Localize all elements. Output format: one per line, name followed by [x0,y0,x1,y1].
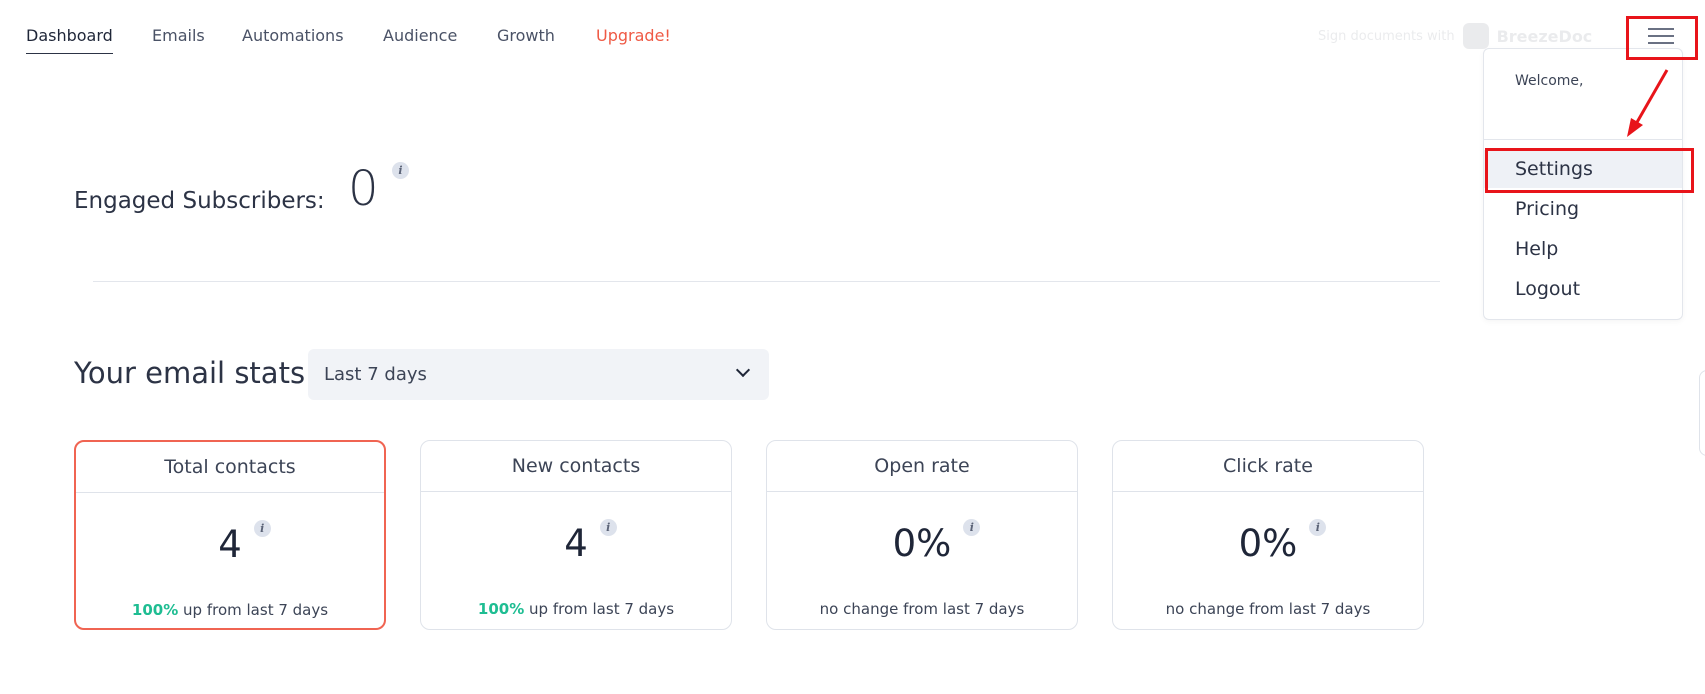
info-icon[interactable]: i [253,520,271,537]
engaged-subscribers-label: Engaged Subscribers: [74,188,325,214]
date-range-value: Last 7 days [324,364,427,385]
stat-card-click-rate[interactable]: Click rate 0% i no change from last 7 day… [1112,440,1424,630]
hamburger-line [1648,35,1674,37]
change-percent: 100% [131,601,179,619]
tab-automations[interactable]: Automations [242,26,344,45]
engaged-subscribers-value: 0 [348,161,379,217]
top-nav: Dashboard Emails Automations Audience Gr… [0,0,1705,76]
change-percent: 100% [477,600,525,618]
section-divider [93,281,1440,282]
card-change: no change from last 7 days [767,600,1077,618]
change-text: up from last 7 days [529,600,675,618]
card-change: 100% up from last 7 days [421,600,731,618]
tab-audience[interactable]: Audience [383,26,457,45]
change-text: no change from last 7 days [1165,600,1371,618]
user-name-blurred [1515,101,1655,115]
dashboard-page: Dashboard Emails Automations Audience Gr… [0,0,1705,694]
chevron-down-icon [735,362,751,378]
date-range-select[interactable]: Last 7 days [308,349,769,400]
card-value-number: 0% [1238,522,1298,565]
tab-dashboard[interactable]: Dashboard [26,26,113,54]
promo-text: Sign documents with [1318,28,1455,44]
card-value: 0% i [1113,519,1423,565]
menu-item-logout[interactable]: Logout [1484,270,1682,308]
card-change: no change from last 7 days [1113,600,1423,618]
tab-growth[interactable]: Growth [497,26,555,45]
card-title: Click rate [1113,441,1423,492]
stat-card-new-contacts[interactable]: New contacts 4i 100% up from last 7 days [420,440,732,630]
info-icon[interactable]: i [599,519,617,536]
card-value: 4i [76,520,384,566]
card-value: 0% i [767,519,1077,565]
info-icon[interactable]: i [1309,519,1327,536]
card-value: 4i [421,519,731,565]
change-text: up from last 7 days [183,601,329,619]
breezedoc-promo[interactable]: Sign documents with BreezeDoc [1318,23,1593,49]
card-value-number: 4 [218,523,242,566]
card-title: Open rate [767,441,1077,492]
menu-divider [1484,139,1682,140]
change-text: no change from last 7 days [819,600,1025,618]
card-change: 100% up from last 7 days [76,601,384,619]
email-stats-title: Your email stats [74,356,306,390]
menu-item-pricing[interactable]: Pricing [1484,190,1682,228]
hamburger-line [1648,28,1674,30]
hamburger-menu-icon[interactable] [1648,24,1674,44]
hamburger-line [1648,42,1674,44]
menu-item-help[interactable]: Help [1484,230,1682,268]
menu-item-settings[interactable]: Settings [1484,150,1682,188]
promo-brand: BreezeDoc [1496,26,1593,46]
card-title: New contacts [421,441,731,492]
card-title: Total contacts [76,442,384,493]
tab-emails[interactable]: Emails [152,26,205,45]
account-dropdown-menu: Welcome, Settings Pricing Help Logout [1483,48,1683,320]
info-icon[interactable]: i [963,519,981,536]
stat-card-total-contacts[interactable]: Total contacts 4i 100% up from last 7 da… [74,440,386,630]
side-widget-tab[interactable] [1699,370,1705,456]
welcome-text: Welcome, [1515,73,1584,89]
breezedoc-logo-icon [1462,23,1489,49]
card-value-number: 4 [564,522,588,565]
info-icon[interactable]: i [392,162,409,179]
tab-upgrade[interactable]: Upgrade! [596,26,671,45]
stat-card-open-rate[interactable]: Open rate 0% i no change from last 7 days [766,440,1078,630]
card-value-number: 0% [892,522,952,565]
